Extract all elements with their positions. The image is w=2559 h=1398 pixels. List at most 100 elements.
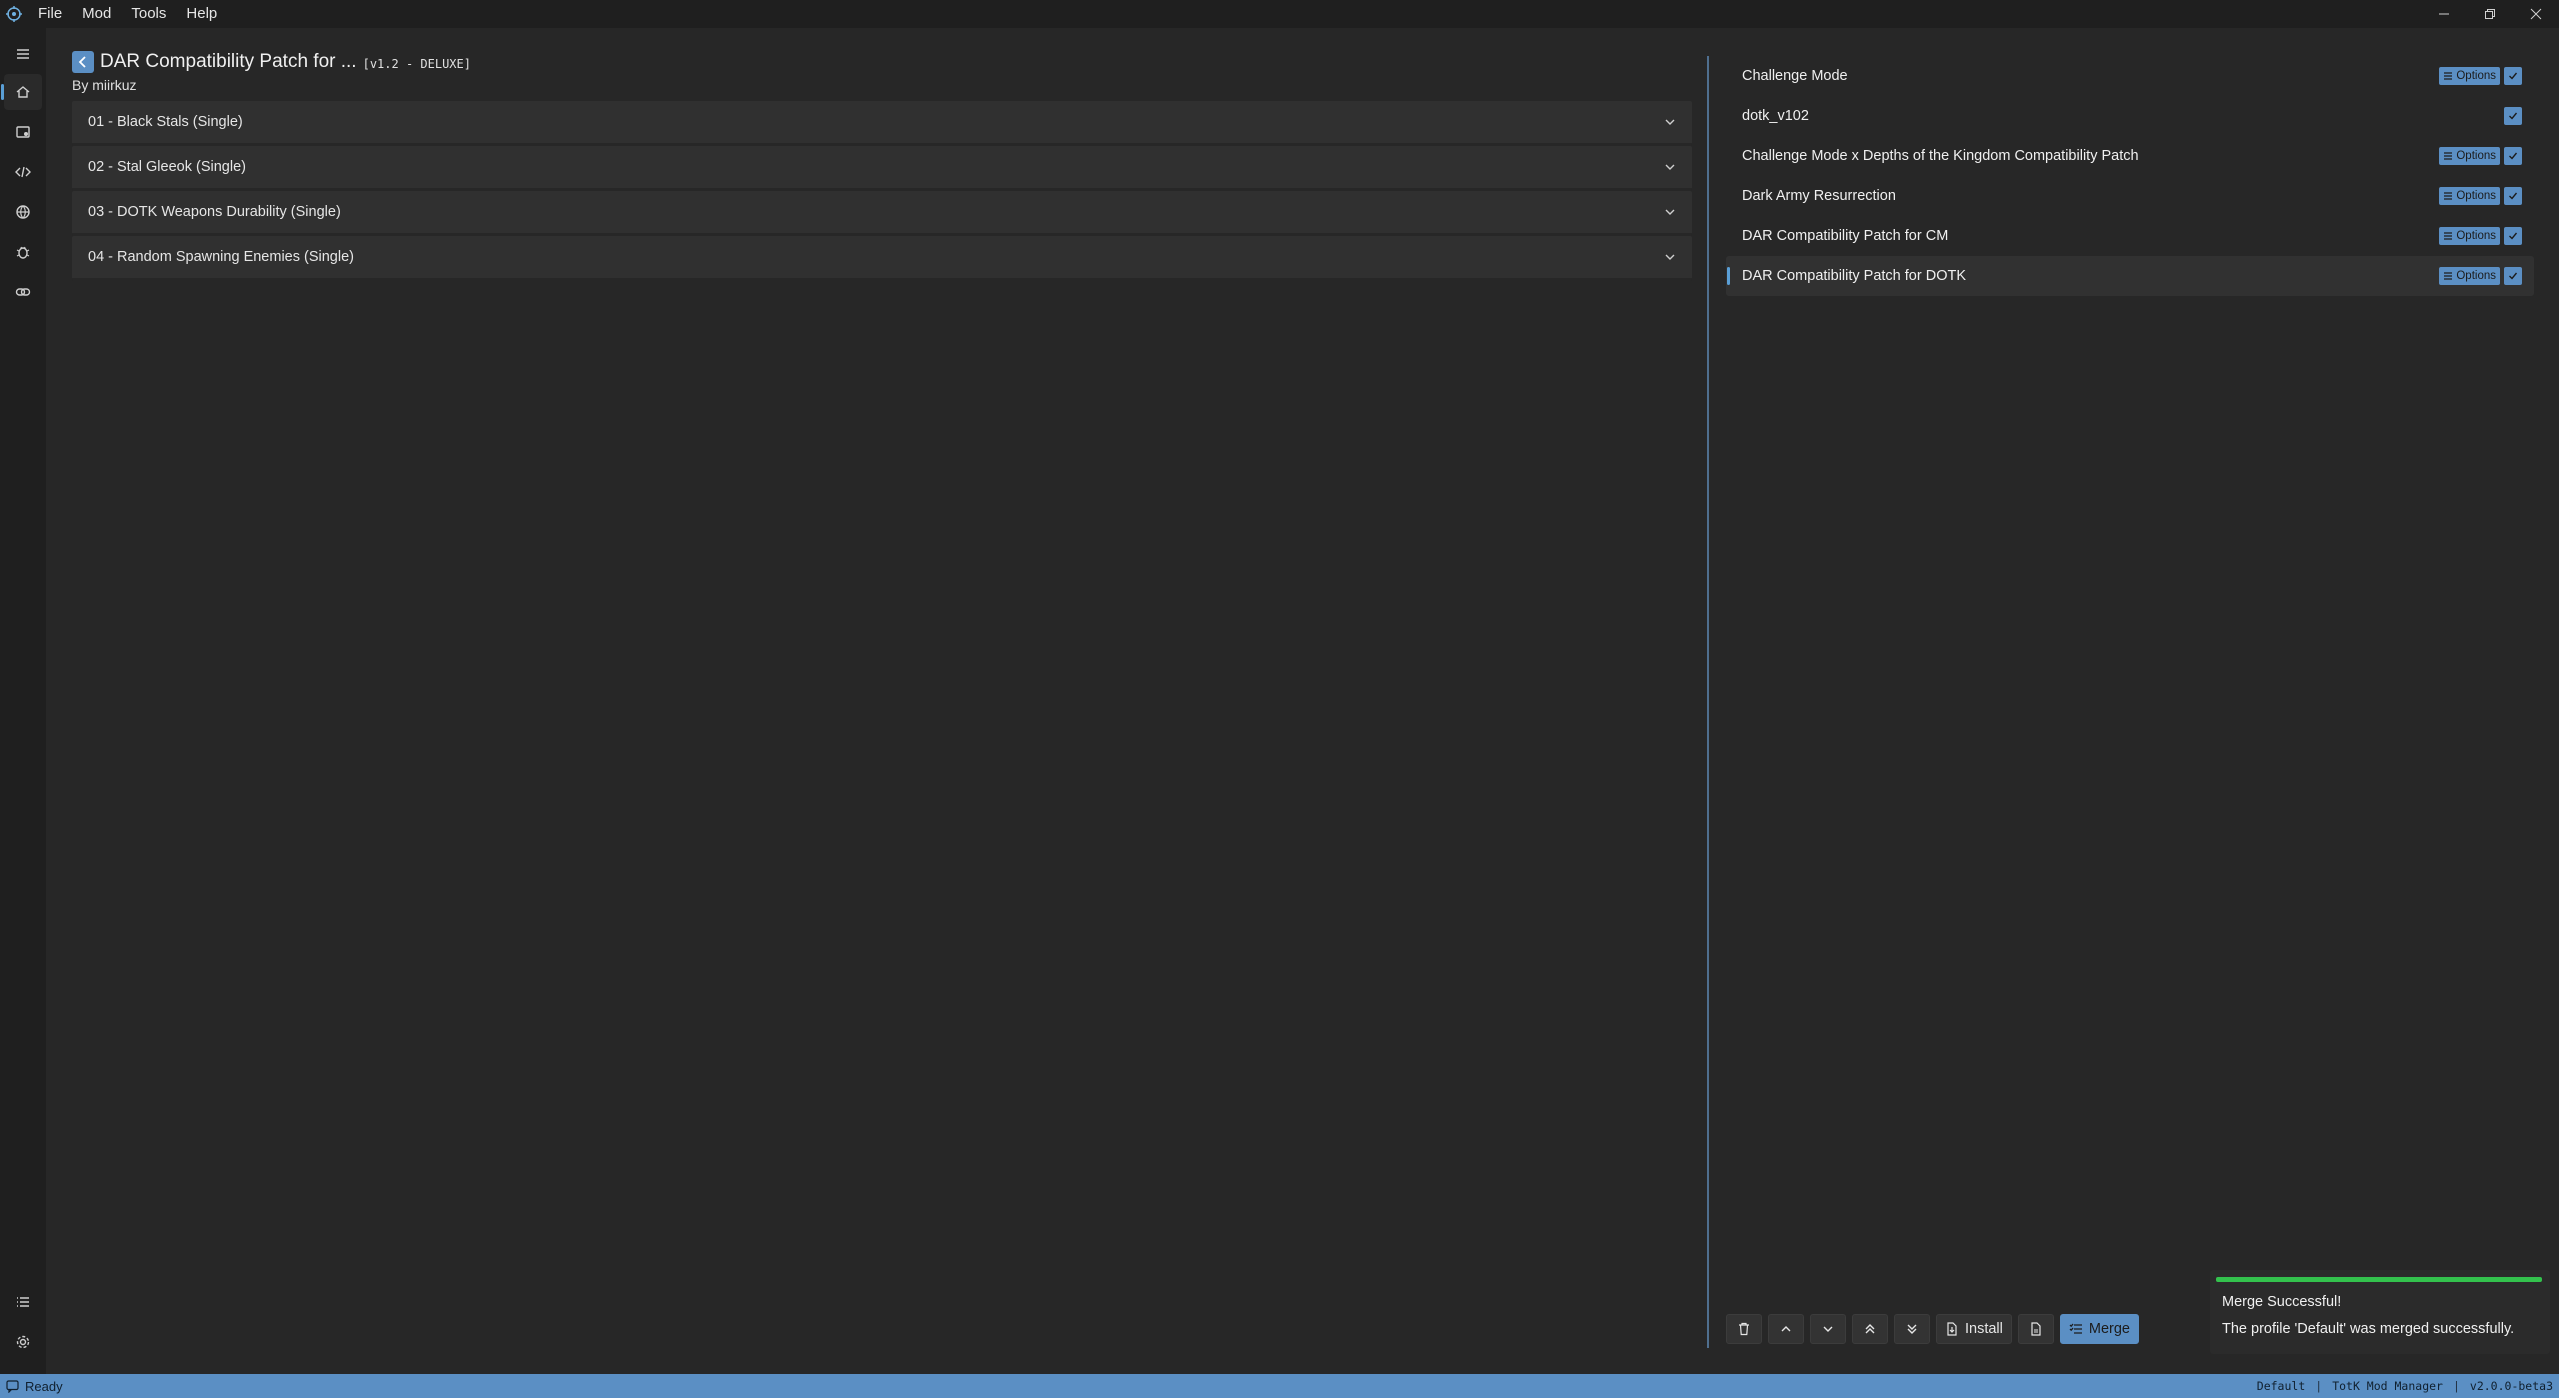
- option-group-label: 02 - Stal Gleeok (Single): [88, 159, 246, 175]
- toast-title: Merge Successful!: [2222, 1294, 2342, 1310]
- trash-icon: [1739, 1322, 1749, 1336]
- mod-item-cm-x-dotk-patch[interactable]: Challenge Mode x Depths of the Kingdom C…: [1726, 136, 2534, 176]
- mod-name: DAR Compatibility Patch for DOTK: [1742, 268, 1967, 284]
- nav-settings[interactable]: [4, 1324, 42, 1360]
- option-group[interactable]: 04 - Random Spawning Enemies (Single): [72, 236, 1692, 281]
- menu-tools[interactable]: Tools: [121, 0, 176, 28]
- chevron-down-icon[interactable]: [1664, 116, 1676, 128]
- app-logo-icon: [0, 0, 28, 28]
- check-icon: [2509, 72, 2518, 80]
- app-window: File Mod Tools Help DAR Compatibility Pa…: [0, 0, 2559, 1398]
- close-icon: [2530, 8, 2542, 20]
- status-text: Ready: [25, 1378, 63, 1394]
- hamburger-menu-button[interactable]: [4, 36, 42, 72]
- panel-splitter[interactable]: [1707, 56, 1709, 1348]
- check-icon: [2509, 152, 2518, 160]
- move-down-button[interactable]: [1810, 1314, 1846, 1344]
- chevron-left-icon: [78, 56, 86, 68]
- main-content: DAR Compatibility Patch for ... [v1.2 - …: [46, 28, 2559, 1374]
- minimize-button[interactable]: [2421, 0, 2467, 28]
- options-icon: [2444, 152, 2453, 160]
- bug-icon: [16, 246, 30, 259]
- status-profile[interactable]: Default: [2257, 1379, 2305, 1393]
- install-button[interactable]: Install: [1936, 1314, 2012, 1344]
- move-top-button[interactable]: [1852, 1314, 1888, 1344]
- enabled-checkbox[interactable]: [2504, 227, 2522, 245]
- nav-rail: [0, 28, 46, 1374]
- restore-button[interactable]: [2467, 0, 2513, 28]
- option-group-label: 03 - DOTK Weapons Durability (Single): [88, 204, 341, 220]
- options-button[interactable]: Options: [2439, 147, 2500, 165]
- status-message-icon: [6, 1379, 19, 1393]
- list-icon: [17, 1297, 29, 1307]
- mod-item-dar-patch-cm[interactable]: DAR Compatibility Patch for CM Options: [1726, 216, 2534, 256]
- chevron-down-icon[interactable]: [1664, 251, 1676, 263]
- mod-title: DAR Compatibility Patch for ...: [100, 51, 357, 72]
- status-bar: Ready Default | TotK Mod Manager | v2.0.…: [0, 1374, 2559, 1398]
- move-up-button[interactable]: [1768, 1314, 1804, 1344]
- nav-link[interactable]: [4, 274, 42, 310]
- options-button[interactable]: Options: [2439, 227, 2500, 245]
- menu-help[interactable]: Help: [176, 0, 227, 28]
- enabled-checkbox[interactable]: [2504, 107, 2522, 125]
- file-icon: [2031, 1322, 2041, 1336]
- nav-mods[interactable]: [4, 114, 42, 150]
- options-icon: [2444, 272, 2453, 280]
- option-groups: 01 - Black Stals (Single) 02 - Stal Glee…: [72, 101, 1692, 281]
- settings-icon: [16, 1335, 30, 1349]
- enabled-checkbox[interactable]: [2504, 147, 2522, 165]
- toast-message: The profile 'Default' was merged success…: [2222, 1321, 2515, 1337]
- enabled-checkbox[interactable]: [2504, 267, 2522, 285]
- nav-web[interactable]: [4, 194, 42, 230]
- mod-name: dotk_v102: [1742, 108, 1809, 124]
- export-file-button[interactable]: [2017, 1314, 2054, 1344]
- options-button[interactable]: Options: [2439, 267, 2500, 285]
- hamburger-icon: [17, 49, 29, 59]
- check-icon: [2509, 232, 2518, 240]
- options-button[interactable]: Options: [2439, 67, 2500, 85]
- options-icon: [2444, 192, 2453, 200]
- chevron-down-icon[interactable]: [1664, 206, 1676, 218]
- merge-label: Merge: [2088, 1321, 2130, 1337]
- option-group[interactable]: 02 - Stal Gleeok (Single): [72, 146, 1692, 191]
- mod-item-dark-army-resurrection[interactable]: Dark Army Resurrection Options: [1726, 176, 2534, 216]
- option-group-label: 01 - Black Stals (Single): [88, 114, 243, 130]
- merge-list-icon: [2069, 1323, 2082, 1334]
- option-group[interactable]: 01 - Black Stals (Single): [72, 101, 1692, 146]
- home-icon: [16, 86, 30, 98]
- code-icon: [15, 166, 31, 178]
- mod-item-dar-patch-dotk[interactable]: DAR Compatibility Patch for DOTK Options: [1726, 256, 2534, 296]
- merge-button[interactable]: Merge: [2059, 1314, 2139, 1344]
- close-button[interactable]: [2513, 0, 2559, 28]
- option-group[interactable]: 03 - DOTK Weapons Durability (Single): [72, 191, 1692, 236]
- chevron-down-icon[interactable]: [1664, 161, 1676, 173]
- mod-detail-panel: DAR Compatibility Patch for ... [v1.2 - …: [72, 50, 1738, 281]
- mod-item-dotk-v102[interactable]: dotk_v102: [1726, 96, 2534, 136]
- mod-name: Dark Army Resurrection: [1742, 188, 1896, 204]
- delete-button[interactable]: [1726, 1314, 1762, 1344]
- options-icon: [2444, 232, 2453, 240]
- menu-file[interactable]: File: [28, 0, 72, 28]
- nav-debug[interactable]: [4, 234, 42, 270]
- back-button[interactable]: [72, 51, 94, 73]
- mod-name: Challenge Mode: [1742, 68, 1848, 84]
- restore-icon: [2485, 9, 2495, 19]
- nav-list[interactable]: [4, 1284, 42, 1320]
- mod-item-challenge-mode[interactable]: Challenge Mode Options: [1726, 56, 2534, 96]
- enabled-checkbox[interactable]: [2504, 187, 2522, 205]
- options-icon: [2444, 72, 2453, 80]
- chevron-up-icon: [1781, 1326, 1791, 1332]
- move-bottom-button[interactable]: [1894, 1314, 1930, 1344]
- options-button[interactable]: Options: [2439, 187, 2500, 205]
- mod-name: DAR Compatibility Patch for CM: [1742, 228, 1949, 244]
- check-icon: [2509, 272, 2518, 280]
- toast-progress-bar: [2216, 1277, 2542, 1282]
- check-icon: [2509, 192, 2518, 200]
- nav-code[interactable]: [4, 154, 42, 190]
- mod-name: Challenge Mode x Depths of the Kingdom C…: [1742, 148, 2139, 164]
- menu-mod[interactable]: Mod: [72, 0, 121, 28]
- nav-home[interactable]: [1, 74, 42, 110]
- mod-author: By miirkuz: [72, 77, 137, 93]
- enabled-checkbox[interactable]: [2504, 67, 2522, 85]
- merge-toast[interactable]: Merge Successful! The profile 'Default' …: [2210, 1270, 2550, 1354]
